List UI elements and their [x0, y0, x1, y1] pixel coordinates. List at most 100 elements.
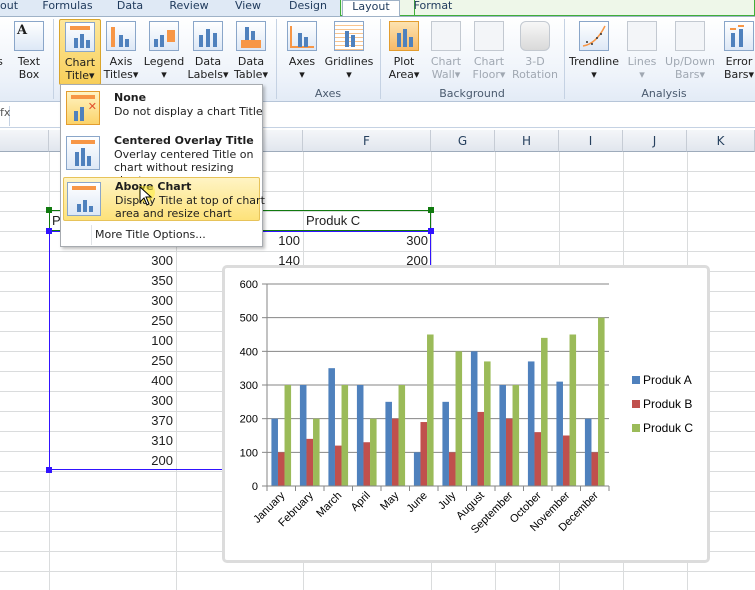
more-title-options-link[interactable]: More Title Options...	[95, 228, 206, 241]
chevron-down-icon: ▾	[222, 68, 229, 81]
fx-icon[interactable]: fx	[0, 106, 10, 126]
menu-item-none[interactable]: ✕ None Do not display a chart Title	[63, 87, 263, 129]
range-handle[interactable]	[46, 467, 52, 473]
3d-rotation-label-2: Rotation	[511, 68, 558, 81]
axis-titles-button[interactable]: Axis Titles▾	[102, 19, 140, 85]
tab-data[interactable]: Data	[113, 0, 147, 16]
bar-produk-a-february	[299, 385, 307, 486]
menu-item-above-chart[interactable]: Above Chart Display Title at top of char…	[63, 177, 265, 221]
bar-produk-c-may	[398, 385, 406, 486]
trendline-label: Trendline	[569, 55, 619, 68]
column-header-f[interactable]: F	[303, 130, 431, 152]
y-tick-label: 500	[240, 313, 258, 325]
chart-floor-icon	[474, 21, 504, 51]
data-table-button[interactable]: Data Table▾	[231, 19, 271, 85]
text-box-icon: A	[14, 21, 44, 51]
trendline-button[interactable]: Trendline ▾	[568, 19, 620, 85]
axes-button[interactable]: Axes ▾	[284, 19, 320, 85]
legend-button[interactable]: Legend ▾	[143, 19, 185, 85]
range-handle[interactable]	[46, 228, 52, 234]
x-tick-label: March	[314, 490, 344, 520]
chart-floor-button[interactable]: Chart Floor▾	[468, 19, 510, 85]
bar-produk-a-june	[413, 452, 421, 486]
error-bars-label-2: Bars	[723, 68, 749, 81]
bar-produk-a-august	[470, 351, 478, 486]
bar-produk-c-february	[313, 418, 320, 486]
chevron-down-icon: ▾	[639, 68, 645, 81]
clustered-column-chart: 0100200300400500600JanuaryFebruaryMarch A…	[240, 279, 694, 536]
tab-format[interactable]: Format	[402, 0, 464, 16]
bar-produk-c-january	[284, 385, 292, 486]
axes-label: Axes	[288, 55, 316, 68]
mouse-cursor-icon	[139, 186, 155, 206]
chart-title-menu: ✕ None Do not display a chart Title Cent…	[60, 84, 265, 247]
chart-tools-context-band-2	[415, 0, 755, 16]
background-group-label: Background	[439, 87, 505, 100]
bar-produk-a-september	[499, 385, 506, 486]
tab-formulas[interactable]: Formulas	[40, 0, 95, 16]
3d-rotation-button[interactable]: 3-D Rotation	[511, 19, 559, 85]
data-table-icon	[236, 21, 266, 51]
menu-item-centered-overlay-title[interactable]: Centered Overlay Title Overlay centered …	[63, 131, 260, 187]
menu-item-none-description: Do not display a chart Title	[114, 105, 263, 118]
bar-produk-b-may	[391, 418, 399, 486]
bar-produk-c-april	[370, 418, 377, 486]
gridlines-icon	[334, 21, 364, 51]
excel-window: out Formulas Data Review View Design Lay…	[0, 0, 755, 590]
bar-produk-b-november	[562, 435, 570, 486]
chart-title-label-2: Title	[65, 69, 90, 82]
row-gridline	[0, 571, 755, 572]
gridlines-button[interactable]: Gridlines ▾	[324, 19, 374, 85]
column-header-k[interactable]: K	[687, 130, 755, 152]
insert-partial-label: s	[0, 55, 3, 68]
column-header-g[interactable]: G	[431, 130, 495, 152]
tab-design[interactable]: Design	[283, 0, 333, 16]
tab-view[interactable]: View	[228, 0, 268, 16]
column-header-h[interactable]: H	[495, 130, 559, 152]
tab-page-layout[interactable]: out	[0, 0, 18, 16]
legend-label: Produk C	[643, 421, 693, 435]
range-handle[interactable]	[428, 207, 434, 213]
column-header-d[interactable]	[0, 130, 49, 152]
chart-wall-button[interactable]: Chart Wall▾	[426, 19, 466, 85]
y-tick-label: 200	[240, 414, 258, 426]
axis-titles-label-1: Axis	[109, 55, 133, 68]
analysis-group-label: Analysis	[641, 87, 687, 100]
text-box-button[interactable]: A Text Box	[10, 19, 48, 85]
centered-overlay-title-icon	[66, 136, 100, 170]
column-header-j[interactable]: J	[623, 130, 687, 152]
error-bars-label-1: Error	[725, 55, 753, 68]
data-labels-icon	[193, 21, 223, 51]
menu-item-centered-overlay-title-title: Centered Overlay Title	[114, 134, 254, 147]
chevron-down-icon: ▾	[454, 68, 461, 81]
legend-label: Produk A	[643, 373, 692, 387]
chart-object[interactable]: 0 100 200 300 400 500 600 January February March A…	[222, 265, 710, 563]
chevron-down-icon: ▾	[262, 68, 268, 81]
lines-button[interactable]: Lines ▾	[624, 19, 660, 85]
up-down-bars-button[interactable]: Up/Down Bars▾	[664, 19, 716, 85]
bar-produk-a-november	[556, 381, 563, 486]
bar-produk-b-march	[334, 445, 342, 486]
column-header-i[interactable]: I	[559, 130, 623, 152]
lines-icon	[627, 21, 657, 51]
bar-produk-c-august	[484, 361, 491, 486]
trendline-icon	[579, 21, 609, 51]
chevron-down-icon: ▾	[89, 69, 95, 82]
chart-title-button[interactable]: Chart Title▾	[59, 19, 101, 85]
tab-layout[interactable]: Layout	[342, 0, 400, 17]
tab-review[interactable]: Review	[165, 0, 213, 16]
bar-produk-a-january	[271, 418, 278, 486]
lines-label: Lines	[627, 55, 657, 68]
bar-produk-b-december	[591, 452, 599, 486]
error-bars-button[interactable]: Error Bars▾	[718, 19, 755, 85]
range-handle[interactable]	[428, 228, 434, 234]
no-title-icon: ✕	[66, 91, 100, 125]
chart-wall-label-1: Chart	[430, 55, 462, 68]
insert-partial-button[interactable]: s	[0, 19, 6, 85]
plot-area-button[interactable]: Plot Area▾	[386, 19, 422, 85]
range-handle[interactable]	[46, 207, 52, 213]
ribbon-tab-bar: out Formulas Data Review View Design Lay…	[0, 0, 755, 17]
x-tick-label: June	[405, 490, 430, 515]
bar-produk-a-december	[584, 418, 592, 486]
data-labels-button[interactable]: Data Labels▾	[187, 19, 229, 85]
